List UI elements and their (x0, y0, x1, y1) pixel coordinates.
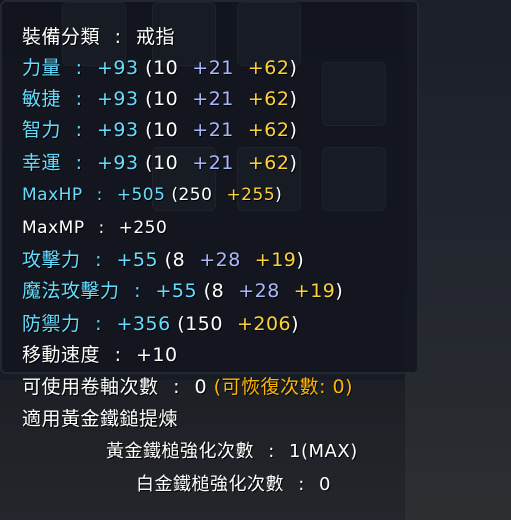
stat-base: 250 (178, 185, 213, 205)
stat-total: +356 (116, 313, 171, 335)
stat-name: MaxHP (22, 185, 83, 205)
stat-base: 10 (153, 57, 179, 79)
stat-line-luk: 幸運 : +93 (10 +21 +62) (22, 152, 298, 174)
equip-category-line: 裝備分類 : 戒指 (22, 26, 176, 48)
stat-bonus-gold: +19 (254, 249, 297, 271)
stat-base: 10 (153, 152, 179, 174)
stat-line-str: 力量 : +93 (10 +21 +62) (22, 57, 298, 79)
stat-line-attack: 攻擊力 : +55 (8 +28 +19) (22, 249, 305, 271)
stat-base: 8 (172, 249, 186, 271)
stat-name: 力量 (22, 57, 62, 79)
stat-line-dex: 敏捷 : +93 (10 +21 +62) (22, 88, 298, 110)
platinum-hammer-value: 0 (319, 474, 331, 495)
stat-total: +10 (136, 344, 178, 366)
gold-hammer-label: 黃金鐵槌強化次數 (106, 441, 254, 462)
stat-bonus-blue: +21 (192, 57, 234, 79)
stat-bonus-blue: +21 (192, 152, 234, 174)
stat-bonus-gold: +62 (247, 152, 290, 174)
stat-line-maxhp: MaxHP : +505 (250 +255) (22, 185, 283, 205)
item-tooltip: 裝備分類 : 戒指 力量 : +93 (10 +21 +62) 敏捷 : +93 (… (0, 0, 511, 520)
platinum-hammer-line: 白金鐵槌強化次數 : 0 (136, 474, 331, 495)
scroll-count-label: 可使用卷軸次數 (22, 376, 159, 398)
stat-total: +93 (97, 119, 139, 141)
stat-base: 10 (153, 88, 179, 110)
stat-total: +250 (118, 218, 168, 238)
stat-line-int: 智力 : +93 (10 +21 +62) (22, 119, 298, 141)
stat-base: 8 (211, 280, 225, 302)
hammer-title: 適用黃金鐵鎚提煉 (22, 408, 179, 430)
stat-total: +505 (116, 185, 166, 205)
stat-name: 魔法攻擊力 (22, 280, 120, 302)
stat-name: 攻擊力 (22, 249, 81, 271)
stat-total: +93 (97, 57, 139, 79)
scroll-count-line: 可使用卷軸次數 : 0 (可恢復次數: 0) (22, 376, 354, 398)
stat-total: +55 (155, 280, 198, 302)
scroll-count-value: 0 (194, 376, 208, 398)
stat-name: 敏捷 (22, 88, 62, 110)
stat-bonus-gold: +206 (236, 313, 292, 335)
stat-line-defense: 防禦力 : +356 (150 +206) (22, 313, 300, 335)
stat-bonus-blue: +21 (192, 88, 234, 110)
stat-total: +93 (97, 88, 139, 110)
gold-hammer-line: 黃金鐵槌強化次數 : 1(MAX) (106, 441, 358, 462)
equip-category-value: 戒指 (136, 26, 176, 48)
platinum-hammer-label: 白金鐵槌強化次數 (136, 474, 284, 495)
stat-line-speed: 移動速度 : +10 (22, 344, 178, 366)
equip-category-label: 裝備分類 (22, 26, 101, 48)
stat-name: 智力 (22, 119, 62, 141)
stat-total: +55 (116, 249, 159, 271)
stat-base: 150 (185, 313, 223, 335)
stat-name: MaxMP (22, 218, 85, 238)
stat-name: 移動速度 (22, 344, 101, 366)
stat-bonus-blue: +21 (192, 119, 234, 141)
stat-bonus-gold: +19 (293, 280, 336, 302)
stat-bonus-gold: +62 (247, 88, 290, 110)
stat-name: 防禦力 (22, 313, 81, 335)
stat-bonus-gold: +62 (247, 57, 290, 79)
stat-line-maxmp: MaxMP : +250 (22, 218, 168, 238)
stat-base: 10 (153, 119, 179, 141)
stat-bonus-gold: +255 (226, 185, 276, 205)
scroll-recover-text: (可恢復次數: 0) (213, 376, 354, 398)
game-scene: 裝備分類 : 戒指 力量 : +93 (10 +21 +62) 敏捷 : +93 (… (0, 0, 511, 520)
stat-total: +93 (97, 152, 139, 174)
gold-hammer-value: 1(MAX) (289, 441, 358, 462)
stat-bonus-blue: +28 (238, 280, 280, 302)
stat-bonus-gold: +62 (247, 119, 290, 141)
stat-bonus-blue: +28 (199, 249, 241, 271)
stat-line-magic-attack: 魔法攻擊力 : +55 (8 +28 +19) (22, 280, 344, 302)
stat-name: 幸運 (22, 152, 62, 174)
